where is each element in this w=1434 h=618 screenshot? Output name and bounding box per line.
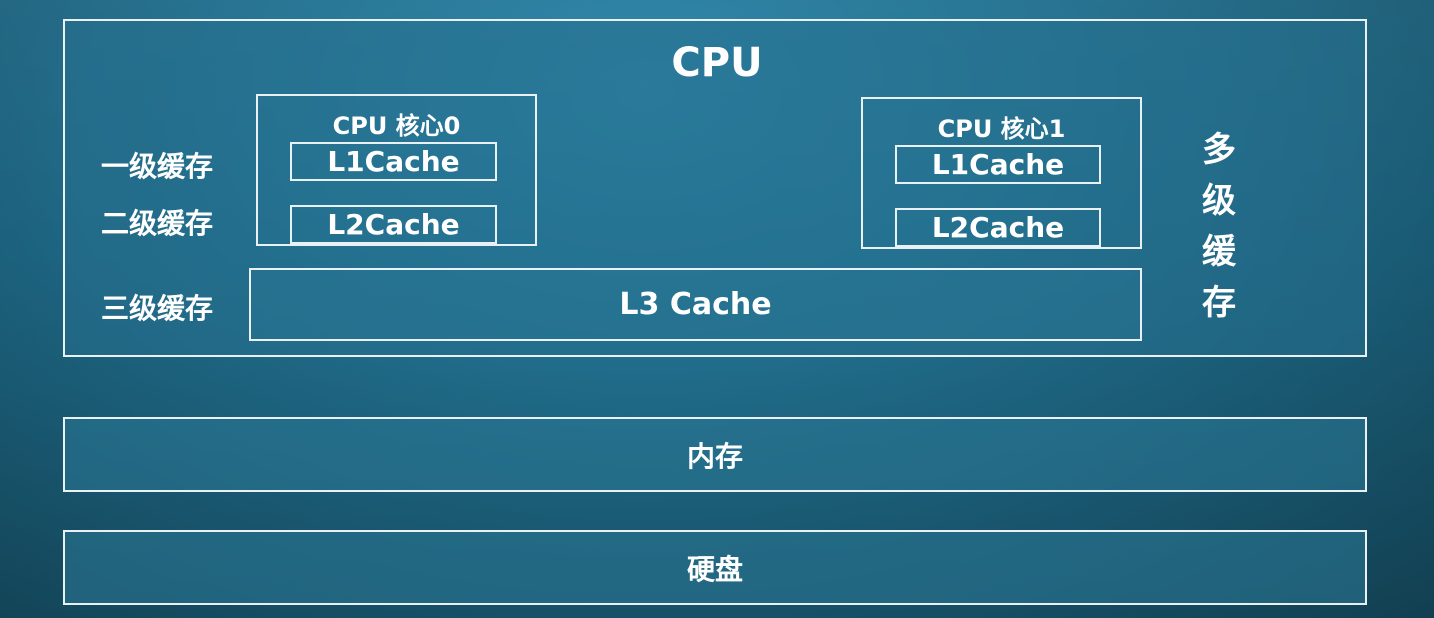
core-1-title: CPU 核心1 [937,115,1066,143]
core-0-l2-cache: L2Cache [290,205,497,244]
level-1-cache-label: 一级缓存 [101,150,214,183]
core-1-l1-cache: L1Cache [895,145,1101,184]
core-0-l1-cache: L1Cache [290,142,497,181]
cpu-title: CPU [671,40,763,86]
l3-cache: L3 Cache [249,268,1142,341]
memory-block: 内存 [63,417,1367,492]
core-0-title: CPU 核心0 [332,112,461,140]
level-2-cache-label: 二级缓存 [101,207,214,240]
multi-level-cache-label: 多级缓存 [1202,130,1236,323]
level-3-cache-label: 三级缓存 [101,292,214,325]
disk-block: 硬盘 [63,530,1367,605]
core-1-l2-cache: L2Cache [895,208,1101,247]
